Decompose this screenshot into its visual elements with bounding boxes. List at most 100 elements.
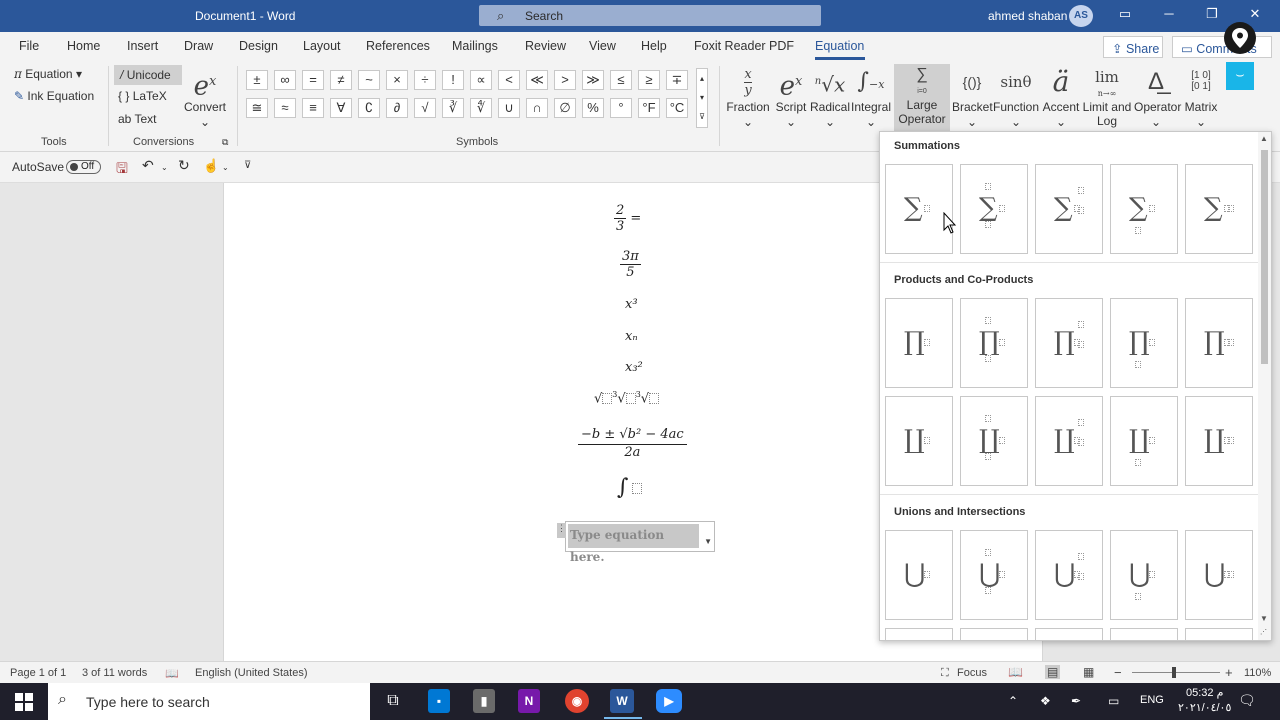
proofing-icon[interactable]: 📖 [165,667,179,680]
symbol-button[interactable]: × [386,70,408,90]
page-count[interactable]: Page 1 of 1 [10,667,66,679]
accent-button[interactable]: ä Accent ⌄ [1040,64,1082,130]
bracket-button[interactable]: {()} Bracket ⌄ [952,64,993,130]
symbol-button[interactable]: ∜ [470,98,492,118]
task-view-icon[interactable]: ⧉ [380,689,406,713]
operator-template-cell[interactable]: ⋃ [960,628,1028,640]
chevron-down-icon[interactable]: ⌄ [161,163,168,172]
operator-template-cell[interactable]: ⋃ [885,530,953,620]
operator-template-cell[interactable]: ∐ [885,396,953,486]
limit-log-button[interactable]: lim n→∞ Limit and Log [1082,64,1132,129]
tab-review[interactable]: Review [525,39,566,53]
app-icon[interactable]: ▮ [473,689,495,713]
operator-template-cell[interactable]: ∑ [1035,164,1103,254]
onenote-icon[interactable]: N [518,689,540,713]
symbol-button[interactable]: ≫ [582,70,604,90]
focus-mode-icon[interactable]: ⛶ [941,667,949,680]
notifications-icon[interactable]: 🗨 [1238,692,1256,709]
tab-mailings[interactable]: Mailings [452,39,498,53]
symbol-button[interactable]: ≥ [638,70,660,90]
script-button[interactable]: ex Script ⌄ [772,64,810,130]
large-operator-button[interactable]: ∑ i=0 Large Operator [894,64,950,132]
equation-button[interactable]: π Equation ▾ [14,67,82,81]
autosave-toggle[interactable]: Off [66,160,101,174]
operator-template-cell[interactable]: ∑ [960,164,1028,254]
operator-template-cell[interactable]: ∑ [1110,164,1178,254]
tab-view[interactable]: View [589,39,616,53]
customize-qat-icon[interactable]: ⊽ [244,160,251,171]
operator-template-cell[interactable]: ⋃ [960,530,1028,620]
symbol-button[interactable]: ≡ [302,98,324,118]
integral-button[interactable]: ∫−x Integral ⌄ [850,64,892,130]
pen-icon[interactable]: ✒ [1071,694,1081,708]
operator-template-cell[interactable]: ∏ [1110,298,1178,388]
equation-quadratic[interactable]: −b ± √b² − 4ac 2a [578,427,687,460]
avatar[interactable]: AS [1069,5,1093,27]
equation-placeholder[interactable]: Type equation here. [568,524,699,564]
symbol-button[interactable]: ∓ [666,70,688,90]
fraction-button[interactable]: xy Fraction ⌄ [726,64,770,130]
symbol-button[interactable]: ≅ [246,98,268,118]
equation-input[interactable]: ⋮ Type equation here. ▼ [557,521,715,564]
equation-fraction-3pi-5[interactable]: 3π 5 [620,249,641,280]
dropbox-icon[interactable]: ❖ [1040,694,1051,708]
minimize-icon[interactable]: ─ [1159,6,1179,21]
clock[interactable]: 05:32 م ٢٠٢١/٠٤/٠٥ [1178,686,1231,716]
radical-button[interactable]: n√x Radical ⌄ [810,64,850,130]
restore-icon[interactable]: ❐ [1202,6,1222,22]
equation-integral[interactable]: ∫ [617,475,643,500]
symbol-button[interactable]: ∀ [330,98,352,118]
symbol-button[interactable]: ∞ [274,70,296,90]
symbol-button[interactable]: % [582,98,604,118]
comments-button[interactable]: ▭ Comments [1172,36,1272,58]
operator-template-cell[interactable]: ⋃ [1110,530,1178,620]
operator-template-cell[interactable]: ∏ [885,298,953,388]
ribbon-display-icon[interactable]: ▭ [1115,6,1135,22]
scroll-up-icon[interactable]: ▲ [1260,134,1268,143]
language[interactable]: English (United States) [195,667,308,679]
drag-handle-icon[interactable]: ⋮ [557,523,566,538]
symbol-button[interactable]: ° [610,98,632,118]
convert-button[interactable]: ex Convert ⌄ [184,64,226,130]
symbol-button[interactable]: °C [666,98,688,118]
windows-start-icon[interactable] [15,693,33,711]
word-count[interactable]: 3 of 11 words [82,667,147,679]
tab-design[interactable]: Design [239,39,278,53]
symbol-button[interactable]: ≈ [274,98,296,118]
operator-template-cell[interactable]: ⋃ [1110,628,1178,640]
tab-insert[interactable]: Insert [127,39,158,53]
zoom-slider[interactable] [1132,672,1220,673]
scroll-down-icon[interactable]: ▼ [1260,614,1268,623]
print-layout-icon[interactable]: ▤ [1045,665,1061,679]
store-icon[interactable]: ▪ [428,689,450,713]
zoom-out-icon[interactable]: − [1114,665,1122,680]
operator-template-cell[interactable]: ∐ [1035,396,1103,486]
zoom-app-icon[interactable]: ▶ [656,689,682,713]
tab-equation[interactable]: Equation [815,39,864,53]
redo-icon[interactable]: ↻ [178,157,190,174]
tab-help[interactable]: Help [641,39,667,53]
zoom-level[interactable]: 110% [1244,667,1271,679]
function-button[interactable]: sinθ Function ⌄ [992,64,1040,130]
text-button[interactable]: ab Text [118,112,157,126]
web-layout-icon[interactable]: ▦ [1083,665,1094,679]
equation-x-sub-sup[interactable]: x₃² [625,360,643,375]
operator-template-cell[interactable]: ⋃ [1035,530,1103,620]
resize-grip-icon[interactable]: ⋰ [1260,628,1267,636]
operator-template-cell[interactable]: ∑ [1185,164,1253,254]
symbol-button[interactable]: °F [638,98,660,118]
save-icon[interactable]: 🖫 [116,158,128,182]
symbol-button[interactable]: ∛ [442,98,464,118]
unicode-button[interactable]: / Unicode [114,65,182,85]
operator-template-cell[interactable]: ⋃ [1035,628,1103,640]
undo-icon[interactable]: ↶ [142,157,154,174]
equation-fraction-2-3[interactable]: 23 = [614,203,641,234]
symbol-button[interactable]: ∅ [554,98,576,118]
symbol-button[interactable]: ≠ [330,70,352,90]
operator-button[interactable]: Δ̲ Operator ⌄ [1134,64,1181,130]
tab-foxit[interactable]: Foxit Reader PDF [694,39,794,53]
symbol-button[interactable]: < [498,70,520,90]
symbol-button[interactable]: √ [414,98,436,118]
operator-template-cell[interactable]: ∐ [1185,396,1253,486]
symbol-button[interactable]: ∁ [358,98,380,118]
